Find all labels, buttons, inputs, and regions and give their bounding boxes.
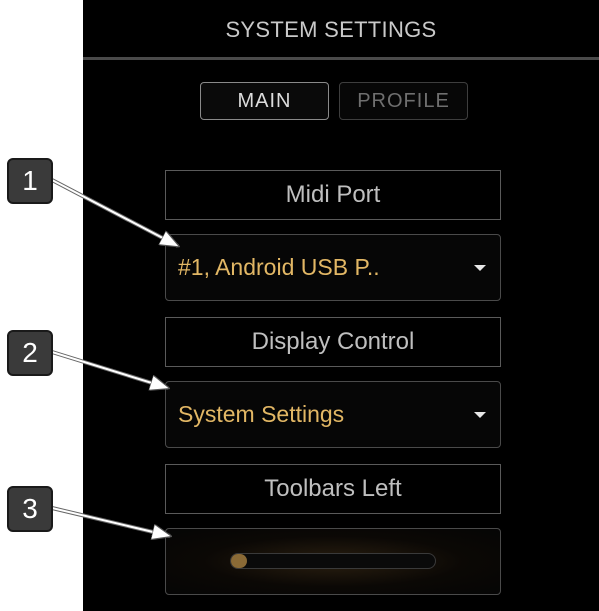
callout-arrow-2 [51, 350, 168, 388]
callout-badge-1: 1 [7, 158, 53, 204]
callout-arrow-3 [51, 506, 170, 536]
callout-arrow-1 [51, 178, 178, 248]
callout-badge-3: 3 [7, 486, 53, 532]
callout-badge-2: 2 [7, 330, 53, 376]
callout-arrows [51, 178, 599, 611]
